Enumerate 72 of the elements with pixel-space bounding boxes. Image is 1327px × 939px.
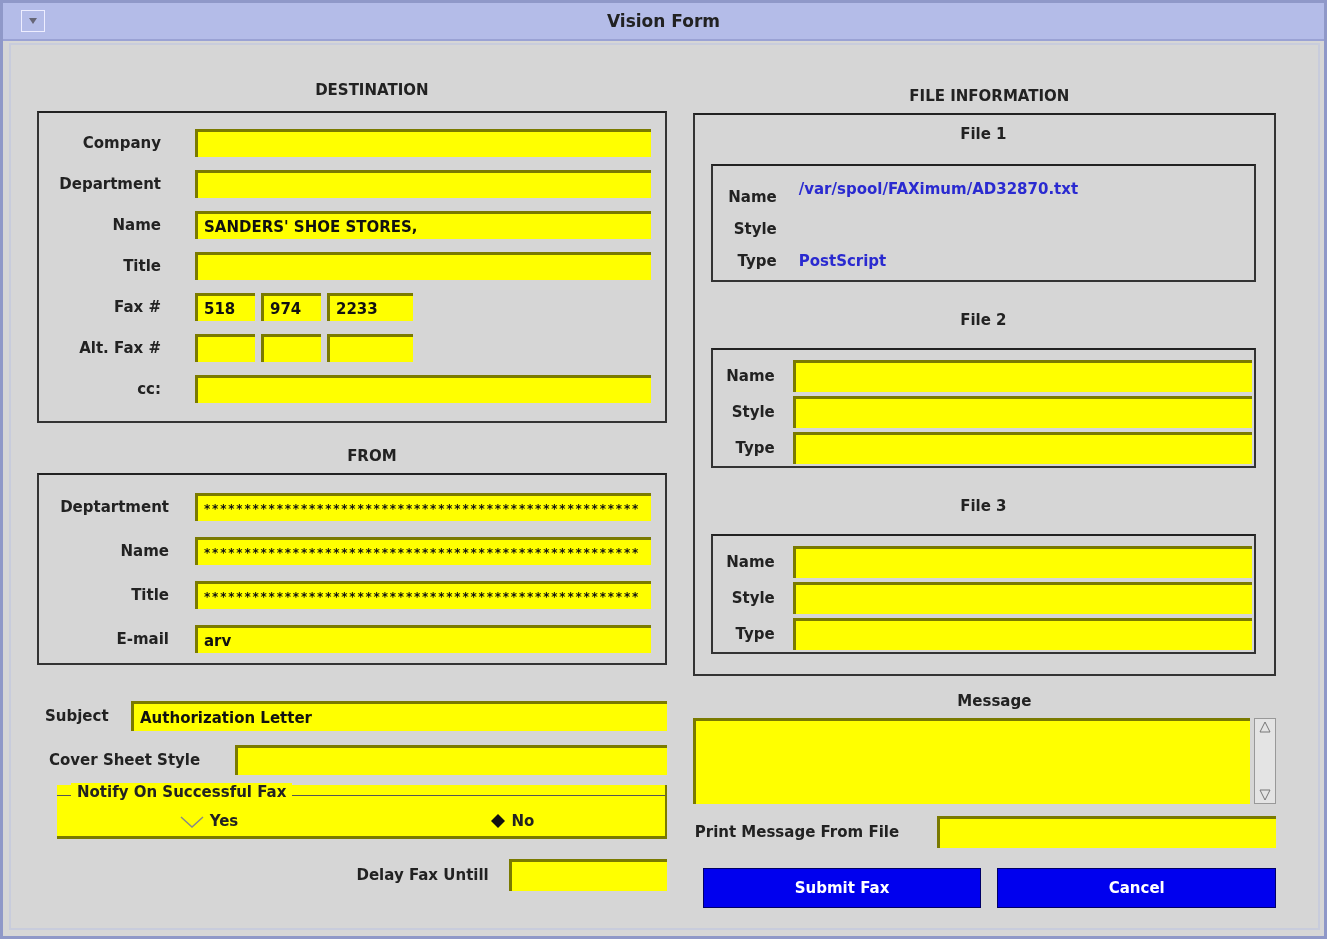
- input-field[interactable]: 518: [195, 293, 255, 321]
- submit-button[interactable]: Submit Fax: [702, 868, 982, 908]
- section-heading: FILE INFORMATION: [908, 87, 1071, 105]
- file-value: /var/spool/FAXimum/AD32870.txt: [798, 180, 1079, 198]
- input-field[interactable]: [792, 618, 1252, 650]
- input-field[interactable]: [195, 375, 651, 403]
- input-field[interactable]: [792, 360, 1252, 392]
- message-textarea[interactable]: [692, 718, 1250, 804]
- group-legend: Notify On Successful Fax: [71, 783, 293, 801]
- field-label: Title: [122, 257, 161, 275]
- field-label: Name: [727, 188, 777, 206]
- field-label: cc:: [136, 380, 161, 398]
- section-heading: Message: [956, 692, 1033, 710]
- input-field[interactable]: ******************************************************: [195, 537, 651, 565]
- radio-button[interactable]: Yes: [57, 812, 361, 830]
- radio-button[interactable]: No: [360, 812, 665, 830]
- input-field[interactable]: [261, 334, 321, 362]
- up-arrow-icon: [1259, 721, 1271, 733]
- input-field[interactable]: 974: [261, 293, 321, 321]
- input-field[interactable]: [936, 816, 1276, 848]
- input-field[interactable]: [792, 432, 1252, 464]
- field-label: Department: [58, 175, 161, 193]
- field-label: Delay Fax Untill: [355, 866, 489, 884]
- scrollbar[interactable]: [1254, 718, 1276, 804]
- input-field[interactable]: SANDERS' SHOE STORES,: [195, 211, 651, 239]
- field-label: Print Message From File: [694, 823, 901, 841]
- field-label: Style: [730, 403, 775, 421]
- field-label: Title: [130, 586, 169, 604]
- input-field[interactable]: [508, 859, 667, 891]
- field-label: Alt. Fax #: [78, 339, 161, 357]
- field-label: Name: [119, 542, 169, 560]
- file-value: PostScript: [798, 252, 887, 270]
- cancel-button[interactable]: Cancel: [997, 868, 1276, 908]
- input-field[interactable]: [792, 582, 1252, 614]
- field-label: Deptartment: [59, 498, 169, 516]
- field-label: Name: [725, 553, 775, 571]
- caret-icon: [29, 18, 37, 24]
- window-title: Vision Form: [605, 11, 721, 31]
- input-field[interactable]: [195, 129, 651, 157]
- chevron-icon: [179, 814, 204, 828]
- field-label: Type: [734, 625, 775, 643]
- section-heading: FROM: [346, 447, 398, 465]
- input-field[interactable]: arv: [195, 625, 651, 653]
- file-heading: File 2: [959, 311, 1008, 329]
- section-heading: DESTINATION: [314, 81, 430, 99]
- input-field[interactable]: ******************************************************: [195, 493, 651, 521]
- file-heading: File 1: [959, 125, 1008, 143]
- field-label: Name: [111, 216, 161, 234]
- input-field[interactable]: ******************************************************: [195, 581, 651, 609]
- field-label: Type: [734, 439, 775, 457]
- field-label: Fax #: [113, 298, 161, 316]
- field-label: Company: [81, 134, 161, 152]
- field-label: Name: [725, 367, 775, 385]
- input-field[interactable]: [195, 334, 255, 362]
- input-field[interactable]: [195, 170, 651, 198]
- field-label: Cover Sheet Style: [49, 751, 202, 769]
- field-label: Style: [732, 220, 777, 238]
- input-field[interactable]: [792, 546, 1252, 578]
- field-label: Style: [730, 589, 775, 607]
- field-label: Type: [736, 252, 777, 270]
- field-label: Subject: [45, 707, 110, 725]
- input-field[interactable]: Authorization Letter: [131, 701, 667, 731]
- field-label: E-mail: [115, 630, 169, 648]
- down-arrow-icon: [1259, 789, 1271, 801]
- diamond-icon: [491, 814, 506, 828]
- file-heading: File 3: [959, 497, 1008, 515]
- input-field[interactable]: [195, 252, 651, 280]
- input-field[interactable]: [327, 334, 413, 362]
- input-field[interactable]: 2233: [327, 293, 413, 321]
- input-field[interactable]: [235, 745, 667, 775]
- window-menu-button[interactable]: [21, 10, 45, 32]
- input-field[interactable]: [792, 396, 1252, 428]
